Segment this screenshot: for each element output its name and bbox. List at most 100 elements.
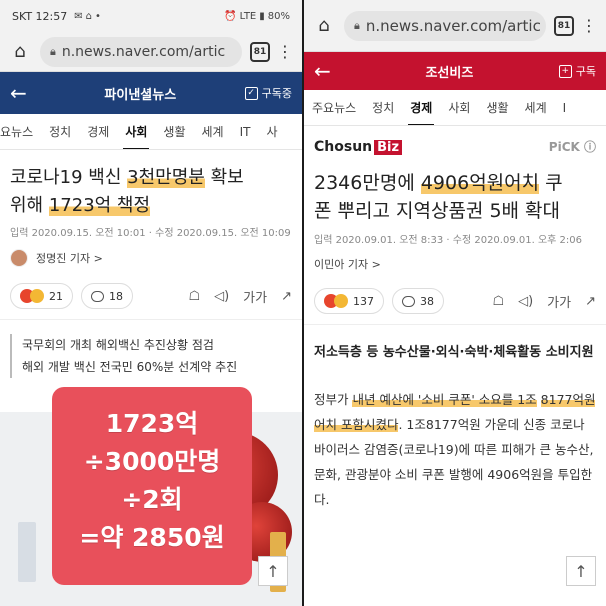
headline-text: 쿠 — [539, 172, 563, 194]
reaction-button[interactable]: 137 — [314, 288, 384, 314]
subscribe-button[interactable]: ✓ 구독중 — [244, 85, 292, 101]
scroll-top-button[interactable]: ↑ — [258, 556, 288, 586]
nav-tab[interactable]: I — [555, 90, 575, 125]
headline-text: 폰 뿌리고 지역상품권 5배 확대 — [314, 200, 561, 222]
url-text: n.news.naver.com/artic — [365, 16, 541, 35]
lock-icon: 🔒︎ — [354, 18, 360, 32]
reporter[interactable]: 정명진 기자 > — [0, 239, 302, 277]
reporter[interactable]: 이민아 기자 > — [304, 246, 606, 282]
check-icon: ✓ — [244, 86, 258, 100]
reaction-count: 137 — [353, 294, 374, 308]
site-header: ← 조선비즈 + 구독 — [304, 52, 606, 90]
subscribe-label: 구독 — [575, 65, 596, 78]
category-nav: 주요뉴스 정치 경제 사회 생활 세계 I — [304, 90, 606, 126]
calc-line: =약 2850원 — [79, 523, 225, 552]
nav-tab[interactable]: 세계 — [194, 114, 232, 149]
subtitle-line: 해외 개발 백신 전국민 60%분 선계약 추진 — [22, 360, 238, 374]
sad-emoji-icon — [30, 289, 44, 303]
network-label: LTE — [239, 10, 257, 22]
browser-bar: ⌂ 🔒︎ n.news.naver.com/artic 81 ⋮ — [304, 0, 606, 52]
notification-icon: ⌂ — [85, 10, 93, 22]
alarm-icon: ⏰ — [224, 10, 237, 22]
reporter-name: 정명진 기자 > — [36, 252, 103, 265]
tab-count-button[interactable]: 81 — [554, 15, 574, 36]
headline-text: 확보 — [204, 167, 244, 188]
lock-icon: 🔒︎ — [50, 44, 56, 58]
nav-tab[interactable]: 정치 — [364, 90, 402, 125]
comment-icon — [91, 290, 104, 302]
left-screenshot: SKT 12:57 ✉ ⌂ • ⏰ LTE ▮ 80% ⌂ 🔒︎ n.news.… — [0, 0, 302, 606]
speaker-icon[interactable]: ◁) — [518, 294, 533, 309]
article-date: 입력 2020.09.01. 오전 8:33 · 수정 2020.09.01. … — [314, 235, 582, 246]
body-text: 정부가 — [314, 392, 353, 407]
site-title: 파이낸셜뉴스 — [104, 87, 177, 103]
url-text: n.news.naver.com/artic — [61, 43, 226, 60]
back-arrow-icon[interactable]: ← — [314, 59, 340, 83]
more-menu-icon[interactable]: ⋮ — [276, 42, 294, 61]
share-icon[interactable]: ↗ — [585, 294, 596, 309]
article-lead: 저소득층 등 농수산물·외식·숙박·체육활동 소비지원 — [314, 345, 594, 360]
font-size-button[interactable]: 가가 — [243, 287, 267, 306]
nav-tab[interactable]: IT — [232, 114, 259, 149]
dot-icon: • — [95, 10, 101, 22]
nav-tab[interactable]: 세계 — [517, 90, 555, 125]
right-screenshot: ⌂ 🔒︎ n.news.naver.com/artic 81 ⋮ ← 조선비즈 … — [304, 0, 606, 606]
comment-button[interactable]: 18 — [81, 283, 133, 309]
nav-tab[interactable]: 정치 — [41, 114, 79, 149]
subscribe-label: 구독중 — [261, 87, 292, 100]
comment-count: 18 — [109, 289, 123, 303]
plus-icon: + — [558, 64, 572, 78]
reaction-count: 21 — [49, 289, 63, 303]
article-body: 정부가 내년 예산에 '소비 쿠폰' 소요를 1조 8177억원 어치 포함시켰… — [304, 365, 606, 512]
address-bar[interactable]: 🔒︎ n.news.naver.com/artic — [40, 36, 242, 67]
logo-biz: Biz — [374, 139, 403, 155]
robot-icon[interactable]: ☖ — [188, 289, 200, 304]
headline-highlight: 3천만명분 — [127, 167, 205, 188]
share-icon[interactable]: ↗ — [281, 289, 292, 304]
nav-tab[interactable]: 생활 — [478, 90, 516, 125]
font-size-button[interactable]: 가가 — [547, 292, 571, 311]
body-highlight: 내년 예산에 '소비 쿠폰' 소요를 1조 — [352, 392, 537, 407]
calc-line: ÷2회 — [121, 485, 183, 514]
home-icon[interactable]: ⌂ — [312, 15, 336, 36]
back-arrow-icon[interactable]: ← — [10, 81, 36, 105]
nav-tab[interactable]: 사 — [258, 114, 285, 149]
subscribe-button[interactable]: + 구독 — [558, 63, 596, 79]
signal-icon: ▮ — [259, 10, 265, 22]
mail-icon: ✉ — [74, 10, 83, 22]
speaker-icon[interactable]: ◁) — [214, 289, 229, 304]
article-subtitle: 국무회의 개최 해외백신 추진상황 점검 해외 개발 백신 전국민 60%분 선… — [10, 334, 292, 378]
more-menu-icon[interactable]: ⋮ — [580, 16, 598, 35]
reaction-button[interactable]: 21 — [10, 283, 73, 309]
subtitle-line: 국무회의 개최 해외백신 추진상황 점검 — [22, 338, 214, 352]
calculation-overlay: 1723억 ÷3000만명 ÷2회 =약 2850원 — [52, 387, 252, 585]
nav-tab[interactable]: 사회 — [440, 90, 478, 125]
status-time: SKT 12:57 — [12, 9, 68, 23]
home-icon[interactable]: ⌂ — [8, 41, 32, 62]
nav-tab[interactable]: 경제 — [79, 114, 117, 149]
comment-count: 38 — [420, 294, 434, 308]
nav-tab[interactable]: 주요뉴스 — [304, 90, 364, 125]
tab-count-button[interactable]: 81 — [250, 41, 270, 62]
robot-icon[interactable]: ☖ — [492, 294, 504, 309]
action-row: 137 38 ☖ ◁) 가가 ↗ — [304, 282, 606, 325]
comment-icon — [402, 295, 415, 307]
nav-tab[interactable]: 경제 — [402, 90, 440, 125]
article-headline: 코로나19 백신 3천만명분 확보 위해 1723억 책정 — [0, 150, 302, 224]
avatar — [10, 249, 28, 267]
status-bar: SKT 12:57 ✉ ⌂ • ⏰ LTE ▮ 80% — [0, 0, 302, 32]
site-header: ← 파이낸셜뉴스 ✓ 구독중 — [0, 72, 302, 114]
article-date: 입력 2020.09.15. 오전 10:01 · 수정 2020.09.15.… — [10, 228, 291, 239]
publisher-logo-row: Chosun Biz PiCK ⓘ — [304, 126, 606, 157]
action-row: 21 18 ☖ ◁) 가가 ↗ — [0, 277, 302, 320]
logo-text: Chosun — [314, 138, 373, 155]
nav-tab[interactable]: 생활 — [155, 114, 193, 149]
scroll-top-button[interactable]: ↑ — [566, 556, 596, 586]
comment-button[interactable]: 38 — [392, 288, 444, 314]
reporter-name: 이민아 기자 > — [314, 258, 381, 271]
address-bar[interactable]: 🔒︎ n.news.naver.com/artic — [344, 10, 546, 41]
nav-tab[interactable]: 요뉴스 — [0, 114, 41, 149]
article-headline: 2346만명에 4906억원어치 쿠 폰 뿌리고 지역상품권 5배 확대 — [304, 157, 606, 231]
nav-tab[interactable]: 사회 — [117, 114, 155, 149]
pick-badge[interactable]: PiCK ⓘ — [549, 138, 596, 155]
